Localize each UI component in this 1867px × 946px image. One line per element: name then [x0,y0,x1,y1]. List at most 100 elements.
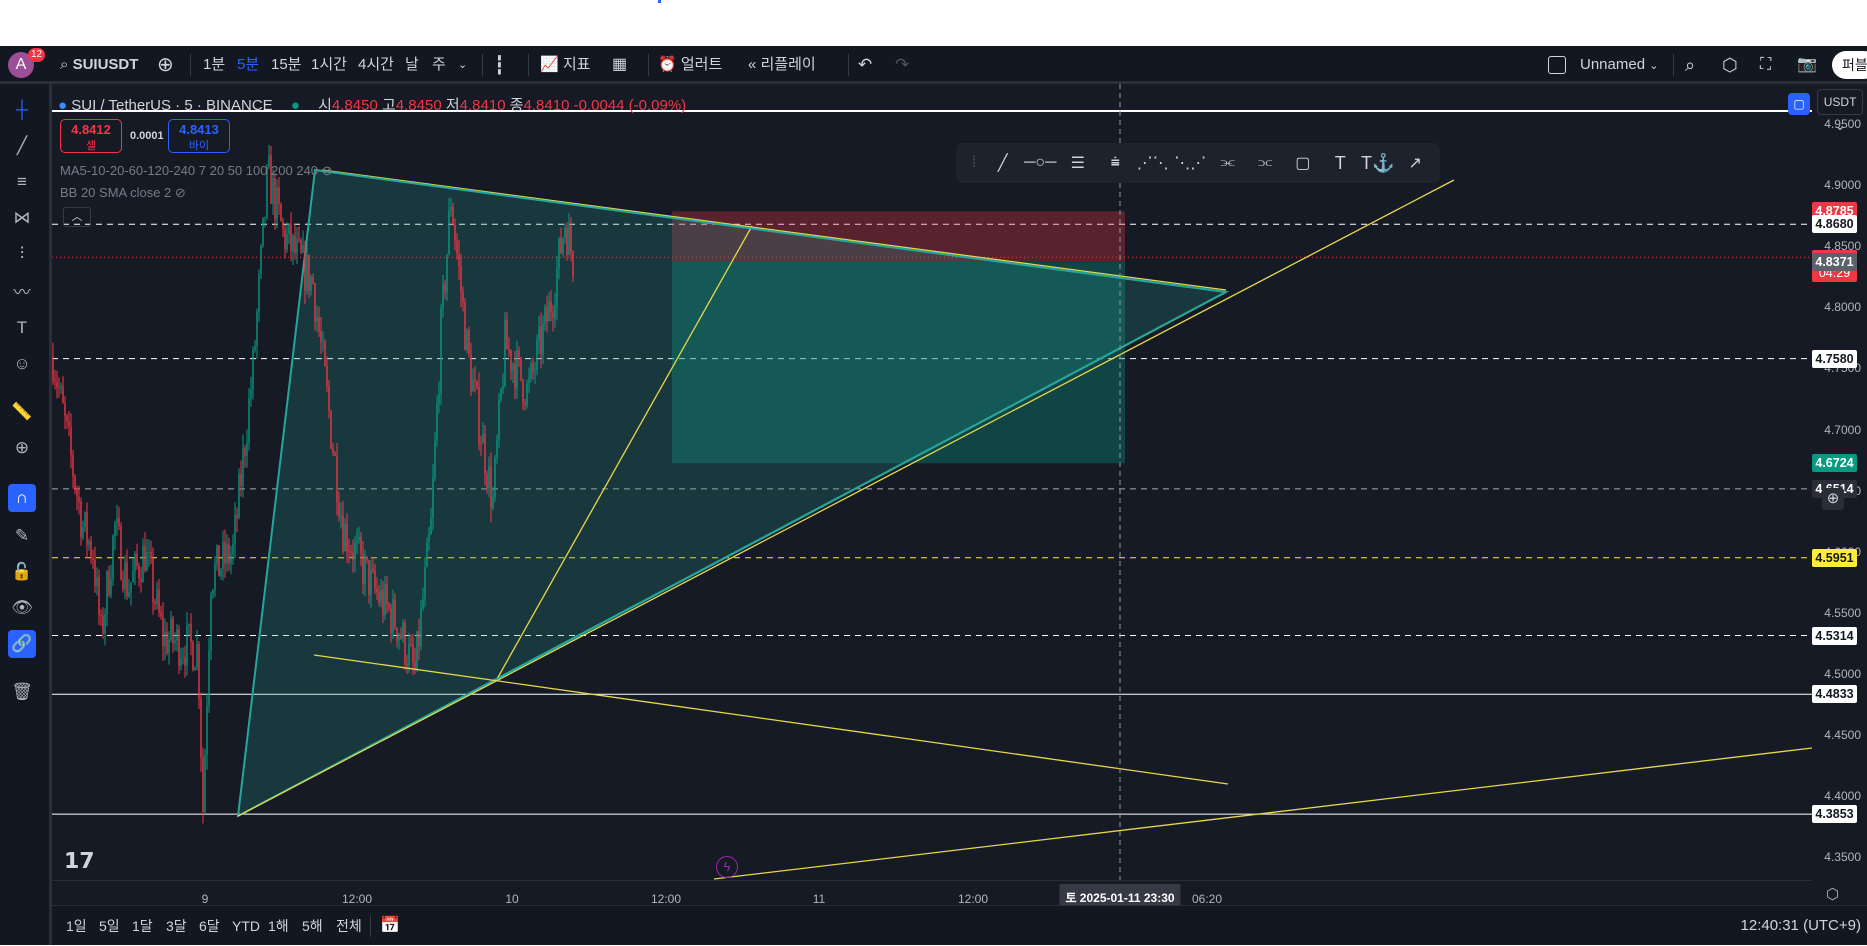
candle-body [382,590,384,616]
candle-body [386,584,388,604]
bb-indicator-legend[interactable]: BB 20 SMA close 2 ⊘ [60,185,186,201]
interval-4h[interactable]: 4시간 [358,46,394,84]
interval-5m[interactable]: 5분 [237,46,259,84]
redo-icon[interactable]: ↷ [895,46,909,84]
candle-body [300,240,302,253]
anchored-text-tool-icon[interactable]: T⚓ [1359,148,1397,178]
publish-button[interactable]: 퍼블 [1832,51,1867,79]
fib-channel-tool-icon[interactable]: ⩧ [1097,148,1135,178]
link-icon[interactable]: 🔗 [8,630,36,658]
interval-15m[interactable]: 15분 [271,46,302,84]
fullscreen-icon[interactable]: ⛶ [1760,46,1771,84]
ruler-icon[interactable]: 📏 [8,398,36,426]
candle-body [452,206,454,225]
layout-checkbox-icon[interactable] [1548,56,1566,74]
eye-hidden-icon[interactable]: ⊘ [322,163,333,178]
indicators-button[interactable]: 📈 지표 [540,46,590,84]
symbol-title[interactable]: SUI / TetherUS · 5 · BINANCE [71,97,272,114]
parallel-channel-tool-icon[interactable]: ☰ [1059,148,1097,178]
candle-body [238,473,240,519]
symbol-search[interactable]: ⌕ SUIUSDT [60,46,138,84]
lightning-event-icon[interactable]: ϟ [716,856,738,878]
trash-icon[interactable]: 🗑 [8,678,36,706]
candle-body [326,365,328,386]
lock-drawing-icon[interactable]: ✎ [8,522,36,550]
pattern-icon[interactable]: ⋈ [8,204,36,232]
ma-indicator-legend[interactable]: MA5-10-20-60-120-240 7 20 50 100 200 240… [60,163,333,179]
layout-name-dropdown[interactable]: Unnamed ⌄ [1580,46,1658,84]
axis-settings-icon[interactable]: ⬡ [1826,885,1839,903]
lock-icon[interactable]: 🔓 [8,558,36,586]
candle-body [190,623,192,643]
range-3m[interactable]: 3달 [166,906,187,946]
compare-add-icon[interactable]: ⊕ [157,46,174,84]
eye-hidden-icon[interactable]: ⊘ [175,185,186,200]
candle-body [56,381,58,388]
projection-icon[interactable]: ⫶ [8,240,36,268]
spread-value: 0.0001 [130,130,164,142]
search-icon: ⌕ [60,56,73,73]
candle-body [72,455,74,477]
chevron-down-icon[interactable]: ⌄ [458,46,467,84]
range-6m[interactable]: 6달 [199,906,220,946]
drag-handle-icon[interactable]: ⁞ [964,148,984,178]
elliott-wave-tool-icon[interactable]: ⋰⋱ [1134,148,1172,178]
magnet-icon[interactable]: ∩ [8,484,36,512]
text-tool-icon[interactable]: T [1322,148,1360,178]
trend-line-tool-icon[interactable]: ╱ [984,148,1022,178]
settings-icon[interactable]: ⬡ [1722,46,1738,84]
sell-button[interactable]: 4.8412 셀 [60,119,122,153]
range-5y[interactable]: 5해 [302,906,323,946]
candle-body [570,225,572,253]
candle-body [530,363,532,379]
go-to-date-icon[interactable]: 📅 [380,906,400,946]
arrow-path-tool-icon[interactable]: ↗ [1397,148,1435,178]
candle-body [104,614,106,634]
candle-body [66,415,68,421]
candle-body [376,588,378,593]
pitchfork-tool-icon[interactable]: ⫗ [1247,148,1285,178]
quick-search-icon[interactable]: ⌕ [1685,46,1695,84]
sync-icon[interactable]: ▢ [1788,93,1810,115]
fib-retracement-icon[interactable]: ≡ [8,168,36,196]
interval-day[interactable]: 날 [405,46,419,84]
currency-dropdown[interactable]: USDT ⌄ [1817,89,1863,133]
layout-grid-icon[interactable]: ▦ [612,46,627,84]
range-1d[interactable]: 1일 [66,906,87,946]
interval-1m[interactable]: 1분 [203,46,225,84]
range-ytd[interactable]: YTD [232,906,260,946]
replay-button[interactable]: « 리플레이 [748,46,816,84]
emoji-icon[interactable]: ☺ [8,350,36,378]
gann-fan-tool-icon[interactable]: ⫘ [1209,148,1247,178]
brush-icon[interactable]: 〰 [8,276,36,304]
abcd-pattern-tool-icon[interactable]: ⋱⋰ [1172,148,1210,178]
candle-body [200,699,202,758]
rectangle-tool-icon[interactable]: ▢ [1284,148,1322,178]
floating-drawing-toolbar[interactable]: ⁞ ╱ ─○─ ☰ ⩧ ⋰⋱ ⋱⋰ ⫘ ⫗ ▢ T T⚓ ↗ [956,143,1440,183]
horizontal-ray-tool-icon[interactable]: ─○─ [1022,148,1060,178]
range-5d[interactable]: 5일 [99,906,120,946]
candle-type-icon[interactable]: ┇ [494,46,505,84]
range-1y[interactable]: 1해 [268,906,289,946]
interval-1h[interactable]: 1시간 [311,46,347,84]
chart-area[interactable]: ● SUI / TetherUS · 5 · BINANCE ● 시4.8450… [52,84,1867,911]
add-alert-plus-icon[interactable]: ⊕ [1822,488,1844,510]
buy-button[interactable]: 4.8413 바이 [168,119,230,153]
crosshair-icon[interactable]: ┼ [8,96,36,124]
trend-line [713,747,1813,880]
zoom-in-icon[interactable]: ⊕ [8,434,36,462]
camera-icon[interactable]: 📷 [1797,46,1817,84]
range-1m[interactable]: 1달 [132,906,153,946]
trend-line-icon[interactable]: ╱ [8,132,36,160]
text-icon[interactable]: T [8,314,36,342]
range-all[interactable]: 전체 [336,906,362,946]
candle-body [322,341,324,343]
collapse-legend-button[interactable]: ︿ [63,207,91,227]
undo-icon[interactable]: ↶ [858,46,872,84]
alert-button[interactable]: ⏰ 얼러트 [658,46,722,84]
interval-week[interactable]: 주 [432,46,446,84]
eye-icon[interactable]: 👁 [8,594,36,622]
candle-body [546,307,548,322]
price-chart[interactable] [52,84,1867,905]
candle-body [476,381,478,387]
